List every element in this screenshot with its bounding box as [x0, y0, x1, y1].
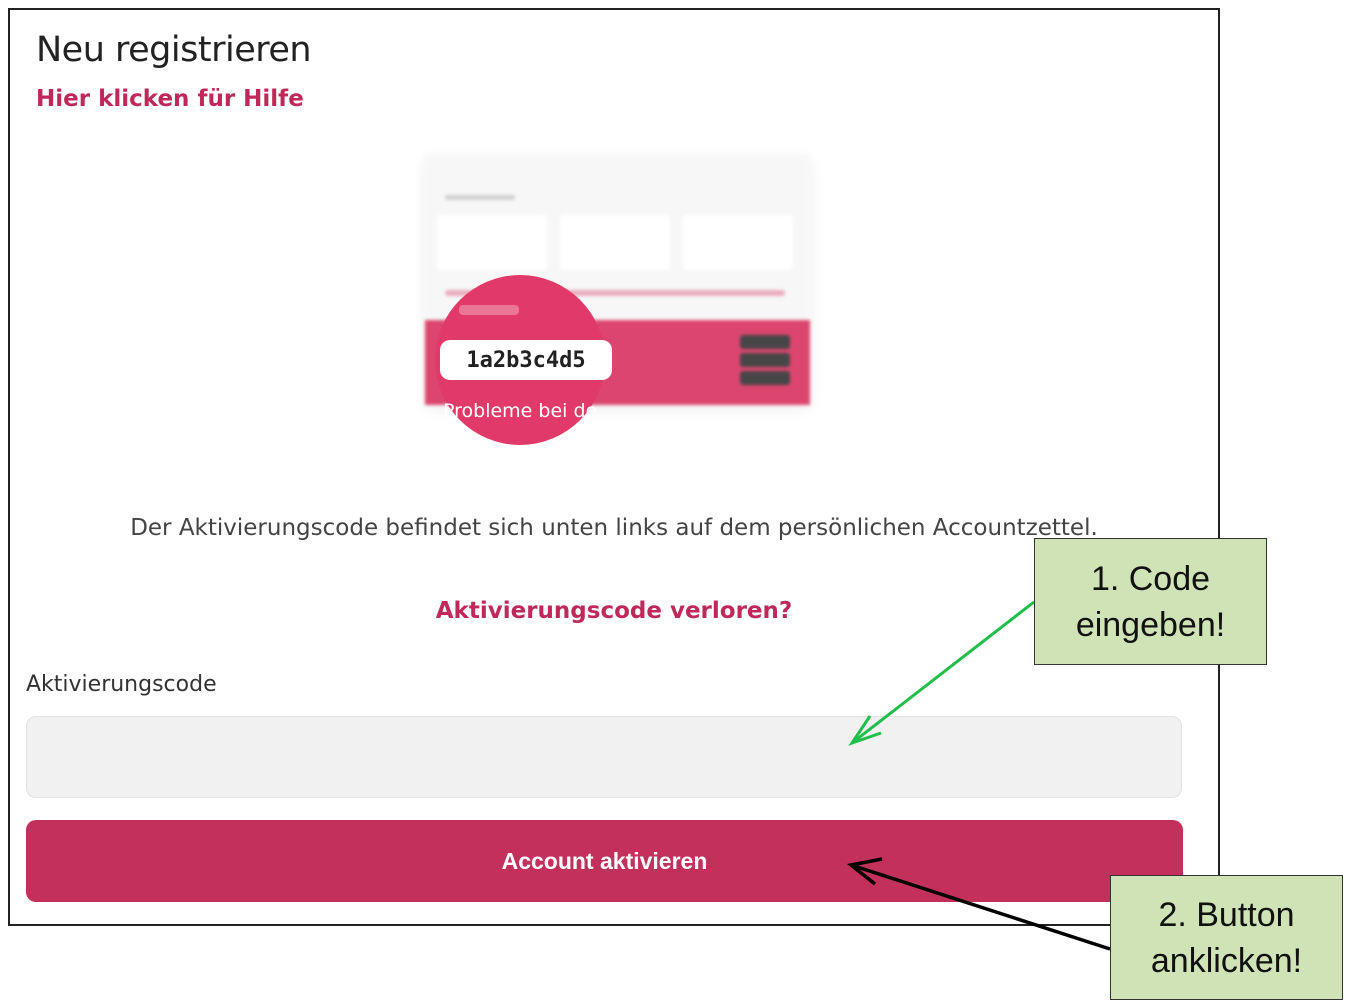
- step2-line2: anklicken!: [1150, 941, 1303, 980]
- bubble-caption: Probleme bei de: [443, 400, 598, 422]
- page-title: Neu registrieren: [36, 30, 312, 70]
- activation-code-input[interactable]: [26, 716, 1182, 798]
- step1-line1: 1. Code: [1090, 559, 1211, 598]
- help-link[interactable]: Hier klicken für Hilfe: [36, 86, 304, 112]
- account-slip-illustration: 1a2b3c4d5 Probleme bei de: [420, 150, 820, 450]
- sample-activation-code: 1a2b3c4d5: [440, 340, 612, 380]
- activation-code-label: Aktivierungscode: [26, 672, 217, 697]
- step1-callout: 1. Code eingeben!: [1034, 538, 1267, 665]
- step1-line2: eingeben!: [1075, 605, 1226, 644]
- step2-line1: 2. Button: [1158, 895, 1295, 934]
- step2-callout: 2. Button anklicken!: [1110, 875, 1343, 1000]
- activate-account-button[interactable]: Account aktivieren: [26, 820, 1183, 902]
